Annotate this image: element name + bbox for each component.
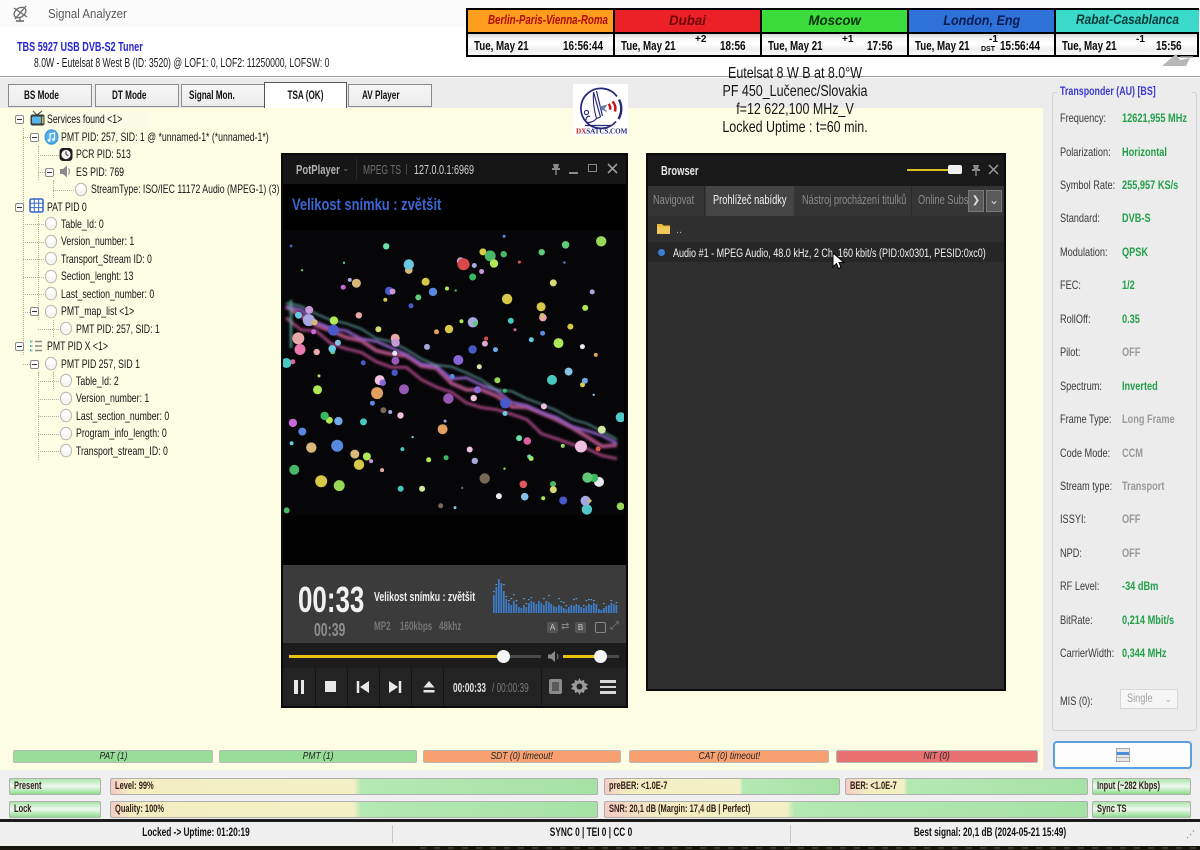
svg-text:DXSATCS.COM: DXSATCS.COM [576,128,628,136]
